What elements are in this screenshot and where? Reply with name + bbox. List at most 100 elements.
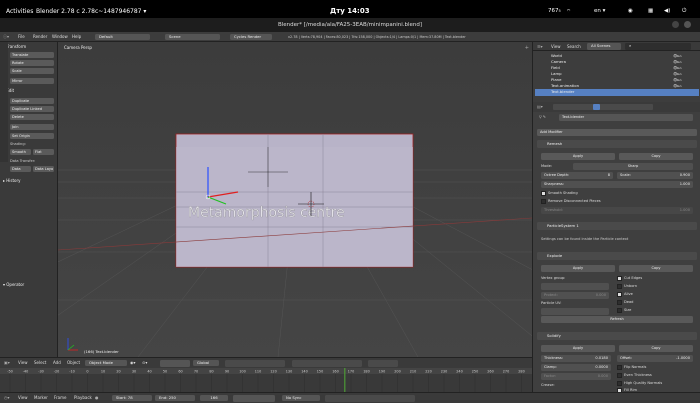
minimize-icon[interactable] [672,21,679,28]
properties-tabs[interactable]: ▤▾ [533,102,700,112]
orientation-selector[interactable]: Global [193,359,219,366]
outliner-search-input[interactable]: ⌕ [625,43,691,50]
rotate-button[interactable]: Rotate [10,60,54,66]
dead-checkbox[interactable] [617,300,622,305]
mirror-button[interactable]: Mirror [10,78,54,84]
remesh-apply-button[interactable]: Apply [541,153,615,160]
layout-selector[interactable]: Default [95,33,150,40]
data-layout-button[interactable]: Data Layo [33,166,54,172]
translate-button[interactable]: Translate [10,52,54,58]
pivot-icon[interactable]: ⊙▾ [142,360,147,365]
remesh-mode-selector[interactable]: Sharp [573,163,693,170]
smooth-shading-checkbox[interactable] [541,191,546,196]
menu-search[interactable]: Search [567,44,581,49]
particle-uv-field[interactable] [541,308,609,315]
smooth-button[interactable]: Smooth [10,149,31,155]
editor-type-icon[interactable]: ◷▾ [4,395,10,400]
power-icon[interactable]: ⏻ [682,8,686,15]
delete-button[interactable]: Delete [10,114,54,120]
sync-selector[interactable]: No Sync [282,394,320,401]
solidify-copy-button[interactable]: Copy [619,345,693,352]
menu-view[interactable]: View [551,44,561,49]
render-engine-selector[interactable]: Cycles Render [230,33,272,40]
fill-rim-checkbox[interactable] [617,388,622,393]
keying-controls[interactable] [325,395,415,402]
language-selector[interactable]: en ▾ [594,8,605,14]
flip-normals-checkbox[interactable] [617,365,622,370]
menu-marker[interactable]: Marker [34,395,48,400]
layer-buttons[interactable] [225,360,285,367]
start-frame-field[interactable]: Start: 78 [112,394,152,401]
scale-button[interactable]: Scale [10,68,54,74]
join-button[interactable]: Join [10,124,54,130]
clock[interactable]: Дту 14:03 [330,7,370,15]
app-menu[interactable]: Blender 2.78 c 2.78c~1487946787 ▾ [36,8,146,15]
thickness-field[interactable]: Thickness: 0.0180 [541,355,611,362]
menu-playback[interactable]: Playback [74,395,92,400]
vertex-group-field[interactable] [541,283,609,290]
threshold-field[interactable]: Threshold: 1.000 [541,207,693,214]
duplicate-linked-button[interactable]: Duplicate Linked [10,106,54,112]
record-icon[interactable]: ● [95,395,99,400]
network-icon[interactable]: ▦ [648,8,653,14]
explode-copy-button[interactable]: Copy [619,265,693,272]
unborn-checkbox[interactable] [617,284,622,289]
status-indicator[interactable]: 767₅ [548,8,561,14]
manipulator-toggles[interactable] [160,360,190,367]
octree-depth-field[interactable]: Octree Depth: 8 [541,172,613,179]
shading-icon[interactable]: ◉▾ [130,360,136,365]
menu-add[interactable]: Add [53,360,61,365]
explode-modifier-header[interactable]: Explode [537,252,697,260]
current-frame-field[interactable]: 166 [200,394,228,401]
sharpness-field[interactable]: Sharpness: 1.000 [541,181,693,188]
refresh-button[interactable]: Refresh [541,316,693,323]
render-preview-buttons[interactable] [368,360,398,367]
wifi-icon[interactable]: ⌔ [566,8,571,15]
tool-tabs[interactable] [0,42,8,162]
3d-text-object[interactable]: Metamorphosis centre [188,205,345,221]
explode-apply-button[interactable]: Apply [541,265,615,272]
editor-type-icon[interactable]: ⓘ▾ [3,34,9,40]
menu-frame[interactable]: Frame [54,395,66,400]
alive-checkbox[interactable] [617,292,622,297]
size-checkbox[interactable] [617,308,622,313]
clamp-field[interactable]: Clamp: 0.0000 [541,364,611,371]
remesh-copy-button[interactable]: Copy [619,153,693,160]
menu-select[interactable]: Select [34,360,46,365]
remesh-modifier-header[interactable]: Remesh [537,140,697,148]
menu-render[interactable]: Render [33,34,47,39]
menu-file[interactable]: File [18,34,25,39]
editor-type-icon[interactable]: ▤▾ [537,104,543,109]
close-icon[interactable] [684,21,691,28]
set-origin-button[interactable]: Set Origin [10,133,54,139]
offset-field[interactable]: Offset: -1.0000 [617,355,693,362]
history-panel-header[interactable]: ▸ History [3,178,21,183]
data-button[interactable]: Data [10,166,31,172]
menu-window[interactable]: Window [52,34,68,39]
remesh-scale-field[interactable]: Scale: 0.900 [617,172,693,179]
modifier-tab-icon[interactable] [593,104,600,110]
add-modifier-button[interactable]: Add Modifier [537,129,697,136]
editor-type-icon[interactable]: ▣▾ [4,360,10,365]
snapping-controls[interactable] [292,360,362,367]
3d-viewport[interactable]: Metamorphosis centre Camera Persp (166) … [58,42,532,357]
menu-object[interactable]: Object [67,360,80,365]
high-quality-normals-checkbox[interactable] [617,381,622,386]
add-region-icon[interactable]: + [525,45,529,51]
solidify-modifier-header[interactable]: Solidify [537,332,697,340]
context-buttons[interactable] [553,104,653,110]
scene-selector[interactable]: Scene [165,33,220,40]
speaker-icon[interactable]: ◀) [664,8,670,14]
object-name-field[interactable]: Text.blender [559,114,693,121]
timeline[interactable]: -50 -40 -30 -20 -10 0 10 20 30 40 50 60 70 80 90 100 110… [0,368,532,392]
factor-field[interactable]: Factor: 0.000 [541,373,611,380]
solidify-apply-button[interactable]: Apply [541,345,615,352]
menu-view[interactable]: View [18,360,28,365]
editor-type-icon[interactable]: ☰▾ [537,44,543,49]
even-thickness-checkbox[interactable] [617,373,622,378]
accessibility-icon[interactable]: ◉ [628,8,633,14]
operator-panel-header[interactable]: ▾ Operator [3,282,24,287]
activities-button[interactable]: Activities [6,8,33,15]
duplicate-button[interactable]: Duplicate [10,98,54,104]
playback-controls[interactable] [233,395,275,402]
